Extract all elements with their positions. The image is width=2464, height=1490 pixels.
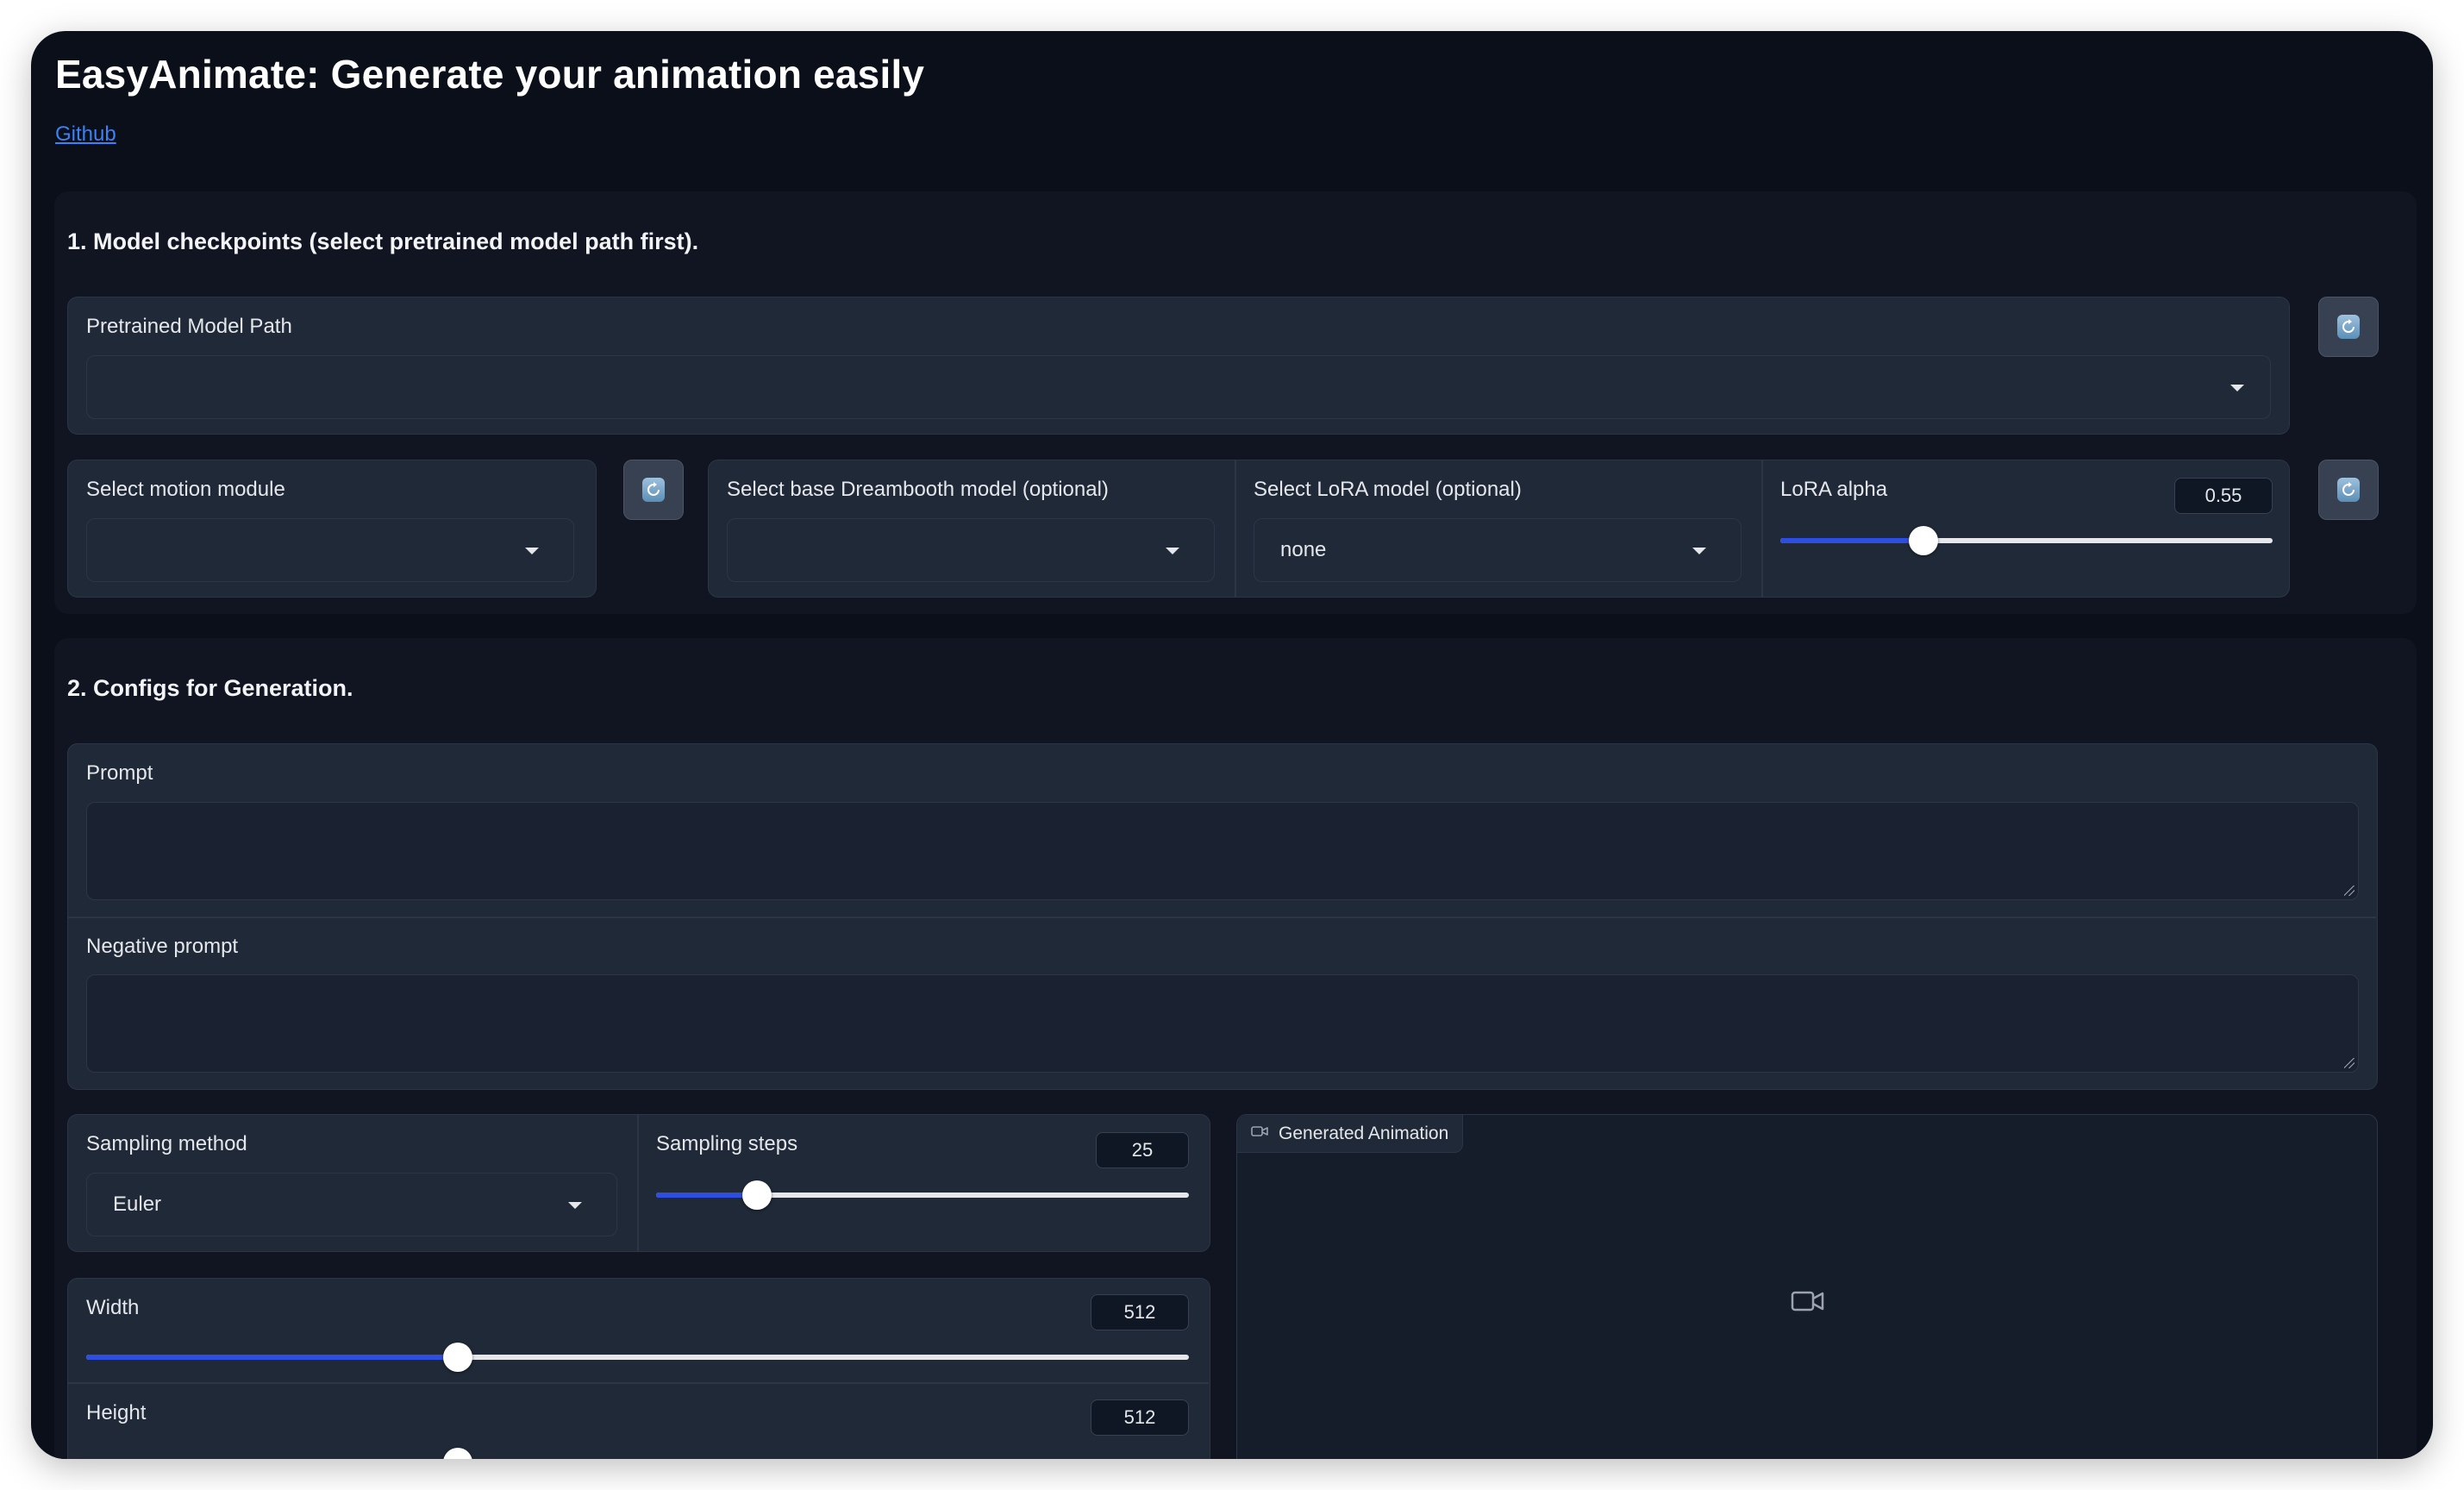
slider-thumb[interactable] xyxy=(742,1180,772,1210)
refresh-motion-module-button[interactable] xyxy=(623,460,684,520)
refresh-icon xyxy=(2337,478,2360,502)
lora-alpha-slider[interactable] xyxy=(1780,526,2273,555)
lora-model-label: Select LoRA model (optional) xyxy=(1254,478,1522,501)
model-checkpoints-section: 1. Model checkpoints (select pretrained … xyxy=(54,191,2417,614)
page-title: EasyAnimate: Generate your animation eas… xyxy=(55,52,925,97)
sampling-method-label: Sampling method xyxy=(86,1132,247,1155)
height-label: Height xyxy=(86,1401,147,1424)
lora-alpha-label: LoRA alpha xyxy=(1780,478,1888,501)
sampling-method-value: Euler xyxy=(113,1193,162,1216)
sampling-steps-label: Sampling steps xyxy=(656,1132,798,1155)
dimensions-block: Width 512 Height 512 xyxy=(67,1278,1210,1459)
lora-model-dropdown[interactable]: none xyxy=(1254,518,1742,582)
slider-fill xyxy=(86,1355,458,1360)
video-camera-icon xyxy=(1791,1289,1825,1318)
lora-model-value: none xyxy=(1280,538,1327,561)
divider xyxy=(637,1115,639,1251)
base-dreambooth-dropdown[interactable] xyxy=(727,518,1215,582)
refresh-pretrained-button[interactable] xyxy=(2318,297,2379,357)
height-number-input[interactable]: 512 xyxy=(1091,1399,1189,1436)
sampling-row: Sampling method Euler Sampling steps 25 xyxy=(67,1114,1210,1252)
lora-alpha-number-input[interactable]: 0.55 xyxy=(2174,478,2273,514)
prompt-label: Prompt xyxy=(86,761,153,785)
base-dreambooth-label: Select base Dreambooth model (optional) xyxy=(727,478,1109,501)
resize-handle-icon[interactable] xyxy=(2344,886,2355,896)
divider xyxy=(68,1382,1209,1384)
prompt-textarea[interactable] xyxy=(86,802,2359,900)
chevron-down-icon xyxy=(1692,548,1706,554)
pretrained-model-path-block: Pretrained Model Path xyxy=(67,297,2290,435)
app-window: EasyAnimate: Generate your animation eas… xyxy=(31,31,2433,1459)
section-heading: 2. Configs for Generation. xyxy=(67,675,353,701)
resize-handle-icon[interactable] xyxy=(2344,1058,2355,1068)
pretrained-model-path-label: Pretrained Model Path xyxy=(86,315,292,338)
model-options-row: Select base Dreambooth model (optional) … xyxy=(708,460,2290,598)
width-slider[interactable] xyxy=(86,1343,1189,1372)
refresh-icon xyxy=(642,478,665,502)
output-label: Generated Animation xyxy=(1279,1123,1449,1143)
chevron-down-icon xyxy=(525,548,539,554)
sampling-method-dropdown[interactable]: Euler xyxy=(86,1173,617,1236)
slider-fill xyxy=(1780,538,1923,543)
height-slider[interactable] xyxy=(86,1448,1189,1459)
motion-module-label: Select motion module xyxy=(86,478,285,501)
refresh-icon xyxy=(2337,315,2360,339)
sampling-steps-slider[interactable] xyxy=(656,1180,1189,1210)
slider-thumb[interactable] xyxy=(1909,526,1938,555)
divider xyxy=(1761,460,1763,597)
pretrained-model-path-dropdown[interactable] xyxy=(86,355,2271,419)
motion-module-dropdown[interactable] xyxy=(86,518,574,582)
slider-thumb[interactable] xyxy=(443,1343,472,1372)
width-number-input[interactable]: 512 xyxy=(1091,1294,1189,1330)
chevron-down-icon xyxy=(568,1202,582,1209)
prompt-block: Prompt Negative prompt xyxy=(67,743,2378,1090)
negative-prompt-label: Negative prompt xyxy=(86,935,239,958)
width-label: Width xyxy=(86,1296,140,1319)
divider xyxy=(68,917,2376,918)
chevron-down-icon xyxy=(2230,385,2244,391)
github-link[interactable]: Github xyxy=(55,122,116,147)
output-label-tag: Generated Animation xyxy=(1237,1115,1464,1153)
sampling-steps-number-input[interactable]: 25 xyxy=(1096,1132,1189,1168)
chevron-down-icon xyxy=(1166,548,1179,554)
motion-module-block: Select motion module xyxy=(67,460,597,598)
refresh-models-button[interactable] xyxy=(2318,460,2379,520)
section-heading: 1. Model checkpoints (select pretrained … xyxy=(67,229,699,254)
divider xyxy=(1235,460,1236,597)
generated-animation-panel: Generated Animation xyxy=(1236,1114,2378,1459)
generation-config-section: 2. Configs for Generation. Prompt Negati… xyxy=(54,638,2417,1459)
negative-prompt-textarea[interactable] xyxy=(86,974,2359,1073)
video-camera-icon xyxy=(1251,1125,1268,1142)
slider-thumb[interactable] xyxy=(443,1448,472,1459)
